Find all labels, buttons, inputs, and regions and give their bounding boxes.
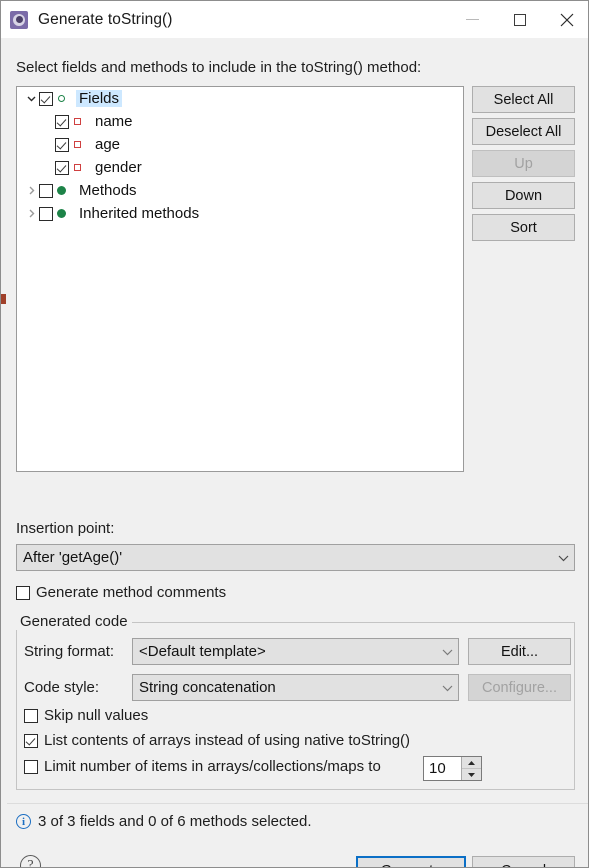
tree-row[interactable]: Fields	[17, 87, 463, 110]
tree-checkbox[interactable]	[39, 206, 53, 221]
tree-action-buttons: Select All Deselect All Up Down Sort	[472, 86, 575, 241]
limit-items-value[interactable]: 10	[424, 760, 461, 777]
dialog-body: Select fields and methods to include in …	[2, 38, 588, 867]
generate-method-comments-label: Generate method comments	[36, 584, 227, 601]
select-all-button[interactable]: Select All	[472, 86, 575, 113]
chevron-down-icon	[436, 684, 458, 692]
stepper-down-button[interactable]	[462, 768, 481, 780]
tree-checkbox[interactable]	[55, 114, 69, 129]
chevron-down-icon[interactable]	[23, 93, 39, 104]
insertion-point-value: After 'getAge()'	[23, 549, 123, 566]
help-icon[interactable]: ?	[20, 855, 41, 867]
minimize-button[interactable]	[449, 1, 496, 38]
skip-null-values-label: Skip null values	[44, 707, 149, 724]
caption-buttons	[449, 1, 588, 38]
string-format-label: String format:	[24, 643, 115, 660]
code-style-label: Code style:	[24, 679, 100, 696]
sort-button[interactable]: Sort	[472, 214, 575, 241]
string-format-select[interactable]: <Default template>	[132, 638, 459, 665]
status-text: 3 of 3 fields and 0 of 6 methods selecte…	[38, 813, 312, 830]
red-square-icon	[69, 141, 85, 148]
tree-item-label: Fields	[76, 90, 123, 107]
string-format-value: <Default template>	[139, 643, 266, 660]
tree-row[interactable]: Methods	[17, 179, 463, 202]
red-square-icon	[69, 118, 85, 125]
eclipse-gear-icon	[10, 10, 28, 29]
tree-item-label: name	[95, 113, 133, 130]
generated-code-group-title: Generated code	[16, 613, 132, 630]
checkbox-box	[24, 759, 38, 774]
insertion-point-label: Insertion point:	[16, 520, 115, 537]
tree-item-label: Inherited methods	[79, 205, 200, 222]
title-bar: Generate toString()	[1, 1, 588, 38]
tree-row[interactable]: age	[17, 133, 463, 156]
background-window-sliver	[1, 294, 6, 304]
generate-method-comments-checkbox[interactable]: Generate method comments	[16, 584, 226, 601]
code-style-select[interactable]: String concatenation	[132, 674, 459, 701]
member-tree[interactable]: Fields name age gender Methods Inherited…	[16, 86, 464, 472]
generate-button[interactable]: Generate	[356, 856, 466, 867]
code-style-value: String concatenation	[139, 679, 276, 696]
configure-code-style-button: Configure...	[468, 674, 571, 701]
tree-row[interactable]: gender	[17, 156, 463, 179]
limit-items-label: Limit number of items in arrays/collecti…	[44, 758, 381, 775]
tree-item-label: age	[95, 136, 121, 153]
insertion-point-select[interactable]: After 'getAge()'	[16, 544, 575, 571]
skip-null-values-checkbox[interactable]: Skip null values	[24, 707, 148, 724]
tree-checkbox[interactable]	[55, 137, 69, 152]
tree-item-label: Methods	[79, 182, 137, 199]
green-circle-outline-icon	[53, 95, 69, 102]
checkbox-box	[24, 733, 38, 748]
list-array-contents-label: List contents of arrays instead of using…	[44, 732, 411, 749]
minimize-icon	[466, 19, 479, 20]
info-icon: i	[16, 814, 31, 829]
list-array-contents-checkbox[interactable]: List contents of arrays instead of using…	[24, 732, 410, 749]
tree-row[interactable]: Inherited methods	[17, 202, 463, 225]
stepper-up-button[interactable]	[462, 757, 481, 768]
chevron-right-icon[interactable]	[23, 208, 39, 219]
tree-checkbox[interactable]	[55, 160, 69, 175]
green-circle-filled-icon	[53, 209, 69, 218]
move-down-button[interactable]: Down	[472, 182, 575, 209]
tree-checkbox[interactable]	[39, 91, 53, 106]
prompt-label: Select fields and methods to include in …	[16, 59, 422, 76]
cancel-button[interactable]: Cancel	[472, 856, 575, 867]
deselect-all-button[interactable]: Deselect All	[472, 118, 575, 145]
edit-template-button[interactable]: Edit...	[468, 638, 571, 665]
green-circle-filled-icon	[53, 186, 69, 195]
red-square-icon	[69, 164, 85, 171]
close-button[interactable]	[543, 1, 588, 38]
status-separator	[7, 803, 588, 804]
tree-checkbox[interactable]	[39, 183, 53, 198]
maximize-icon	[513, 13, 526, 26]
limit-items-checkbox[interactable]: Limit number of items in arrays/collecti…	[24, 758, 381, 775]
chevron-right-icon[interactable]	[23, 185, 39, 196]
limit-items-stepper[interactable]: 10	[423, 756, 482, 781]
status-bar: i 3 of 3 fields and 0 of 6 methods selec…	[16, 813, 312, 830]
generate-tostring-dialog: Generate toString() Select fields and me…	[0, 0, 589, 868]
stepper-buttons	[461, 757, 481, 780]
move-up-button: Up	[472, 150, 575, 177]
maximize-button[interactable]	[496, 1, 543, 38]
close-icon	[560, 13, 573, 26]
checkbox-box	[24, 708, 38, 723]
tree-row[interactable]: name	[17, 110, 463, 133]
window-title: Generate toString()	[38, 10, 173, 28]
checkbox-box	[16, 585, 30, 600]
chevron-down-icon	[436, 648, 458, 656]
tree-item-label: gender	[95, 159, 142, 176]
chevron-down-icon	[552, 554, 574, 562]
